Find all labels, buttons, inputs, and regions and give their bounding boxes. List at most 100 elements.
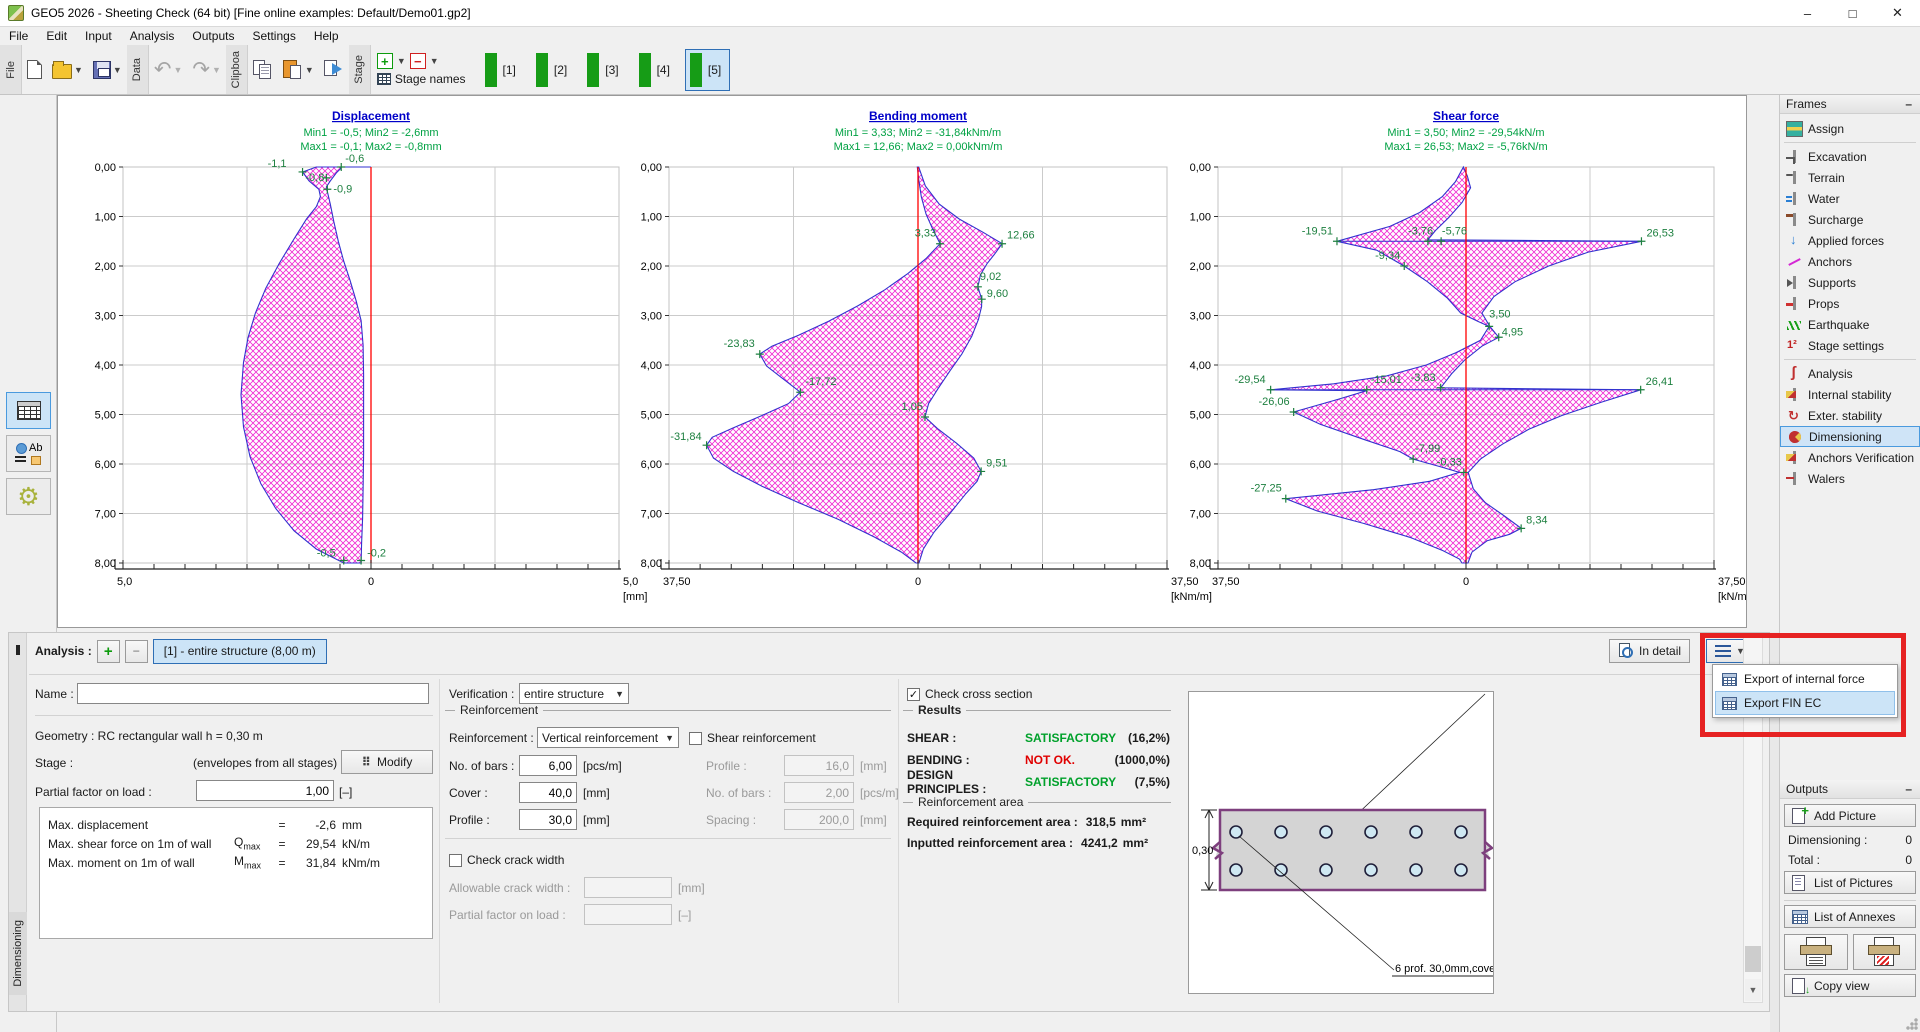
undo-dropdown-arrow[interactable]: ▼ (173, 65, 182, 75)
svg-text:1,00: 1,00 (1190, 212, 1211, 224)
redo-button[interactable]: ↷▼ (187, 45, 226, 94)
frames-item[interactable]: Exter. stability (1780, 405, 1920, 426)
paste-button[interactable]: ▼ (278, 45, 319, 94)
frame-item-icon (1786, 170, 1803, 186)
frames-item[interactable]: Stage settings (1780, 335, 1920, 356)
menu-item[interactable]: Edit (37, 28, 76, 44)
export-menu-item[interactable]: Export FIN EC (1715, 691, 1895, 715)
frame-item-icon (1786, 471, 1803, 487)
verification-combo[interactable]: entire structure▼ (519, 683, 629, 704)
remove-stage-dropdown[interactable]: ▼ (430, 56, 439, 66)
menu-item[interactable]: Input (76, 28, 121, 44)
toolbar-tab-file[interactable]: File (0, 45, 22, 94)
frames-item[interactable]: Terrain (1780, 167, 1920, 188)
svg-text:5,00: 5,00 (1190, 410, 1211, 422)
frames-item[interactable]: Walers (1780, 468, 1920, 489)
frames-item[interactable]: Applied forces (1780, 230, 1920, 251)
stage-names-label[interactable]: Stage names (395, 72, 466, 86)
settings-button[interactable]: ⚙ (6, 478, 51, 515)
open-file-button[interactable]: ▼ (47, 45, 88, 94)
profile-input[interactable] (519, 809, 577, 830)
print-picture-button[interactable] (1853, 934, 1917, 970)
svg-text:0,00: 0,00 (95, 162, 116, 174)
menu-item[interactable]: Help (305, 28, 348, 44)
list-of-annexes-button[interactable]: List of Annexes (1784, 905, 1916, 928)
stage-bar-icon (485, 53, 497, 87)
crack-partial-unit: [–] (678, 908, 691, 922)
splitter-grip[interactable] (16, 645, 20, 655)
scrollbar-thumb[interactable] (1745, 946, 1761, 972)
frames-item[interactable]: Internal stability (1780, 384, 1920, 405)
drawing-settings-button[interactable]: Ab (6, 435, 51, 472)
frames-item[interactable]: Props (1780, 293, 1920, 314)
copy-button[interactable] (248, 45, 278, 94)
stage-tab[interactable]: [4] (634, 49, 679, 91)
resize-grip[interactable] (1906, 1018, 1918, 1030)
save-dropdown-arrow[interactable]: ▼ (113, 65, 122, 75)
frames-item[interactable]: Excavation (1780, 146, 1920, 167)
stage-tab[interactable]: [2] (531, 49, 576, 91)
bars-input[interactable] (519, 755, 577, 776)
menu-item[interactable]: Settings (243, 28, 304, 44)
check-crack-width-checkbox[interactable] (449, 854, 462, 867)
menu-item[interactable]: Outputs (183, 28, 243, 44)
frames-item[interactable]: Supports (1780, 272, 1920, 293)
outputs-collapse-button[interactable]: – (1901, 782, 1916, 796)
redo-dropdown-arrow[interactable]: ▼ (212, 65, 221, 75)
list-of-pictures-button[interactable]: List of Pictures (1784, 871, 1916, 894)
frame-item-label: Applied forces (1808, 234, 1884, 248)
frames-item[interactable]: Water (1780, 188, 1920, 209)
frames-item[interactable]: Earthquake (1780, 314, 1920, 335)
frames-item[interactable]: Anchors Verification (1780, 447, 1920, 468)
stage-tab[interactable]: [1] (480, 49, 525, 91)
svg-text:-0,5: -0,5 (317, 548, 336, 560)
new-file-button[interactable] (22, 45, 47, 94)
open-dropdown-arrow[interactable]: ▼ (74, 65, 83, 75)
toolbar-tab-data[interactable]: Data (127, 45, 149, 94)
analysis-tab[interactable]: [1] - entire structure (8,00 m) (153, 639, 327, 664)
check-cross-section-checkbox[interactable]: ✓ (907, 688, 920, 701)
toolbar-tab-stage[interactable]: Stage (349, 45, 371, 94)
save-file-button[interactable]: ▼ (88, 45, 127, 94)
shear-reinforcement-checkbox[interactable] (689, 732, 702, 745)
add-analysis-button[interactable]: + (97, 640, 120, 663)
modify-button[interactable]: ⠿Modify (341, 750, 433, 774)
frames-item[interactable]: Analysis (1780, 363, 1920, 384)
frames-item[interactable]: Anchors (1780, 251, 1920, 272)
svg-text:0: 0 (915, 576, 921, 588)
scrollbar-down-arrow[interactable]: ▼ (1745, 979, 1761, 1001)
frames-collapse-button[interactable]: – (1901, 97, 1916, 111)
remove-analysis-button[interactable]: − (125, 640, 148, 663)
menu-item[interactable]: File (0, 28, 37, 44)
reinforcement-combo[interactable]: Vertical reinforcement▼ (537, 727, 679, 748)
minimize-button[interactable]: – (1785, 0, 1830, 26)
frames-item[interactable]: Dimensioning (1780, 426, 1920, 447)
copy-view-button[interactable]: Copy view (1784, 974, 1916, 997)
frames-item[interactable]: Assign (1780, 118, 1920, 139)
right-sidebar: Frames – Assign Excavation Terrain (1779, 95, 1920, 1032)
export-menu: Export of internal force Export FIN EC (1712, 664, 1898, 718)
add-stage-dropdown[interactable]: ▼ (397, 56, 406, 66)
cover-input[interactable] (519, 782, 577, 803)
close-button[interactable]: ✕ (1875, 0, 1920, 26)
print-document-button[interactable] (1784, 934, 1848, 970)
stage-tab[interactable]: [5] (685, 49, 730, 91)
paste-dropdown-arrow[interactable]: ▼ (305, 65, 314, 75)
maximize-button[interactable]: □ (1830, 0, 1875, 26)
export-menu-item[interactable]: Export of internal force (1715, 667, 1895, 691)
svg-text:4,95: 4,95 (1502, 326, 1523, 338)
menu-item[interactable]: Analysis (121, 28, 184, 44)
add-stage-button[interactable]: + (377, 53, 393, 69)
table-view-button[interactable] (6, 392, 51, 429)
undo-button[interactable]: ↶▼ (149, 45, 188, 94)
name-input[interactable] (77, 683, 429, 704)
frames-item[interactable]: Surcharge (1780, 209, 1920, 230)
stage-tab[interactable]: [3] (582, 49, 627, 91)
partial-factor-input[interactable] (196, 780, 334, 801)
remove-stage-button[interactable]: − (410, 53, 426, 69)
in-detail-button[interactable]: In detail (1609, 639, 1690, 663)
stage-tab-label: [3] (605, 63, 618, 77)
add-picture-button[interactable]: Add Picture (1784, 804, 1916, 827)
toolbar-tab-clipboard[interactable]: Clipboa (226, 45, 248, 94)
copy-picture-button[interactable] (319, 45, 349, 94)
